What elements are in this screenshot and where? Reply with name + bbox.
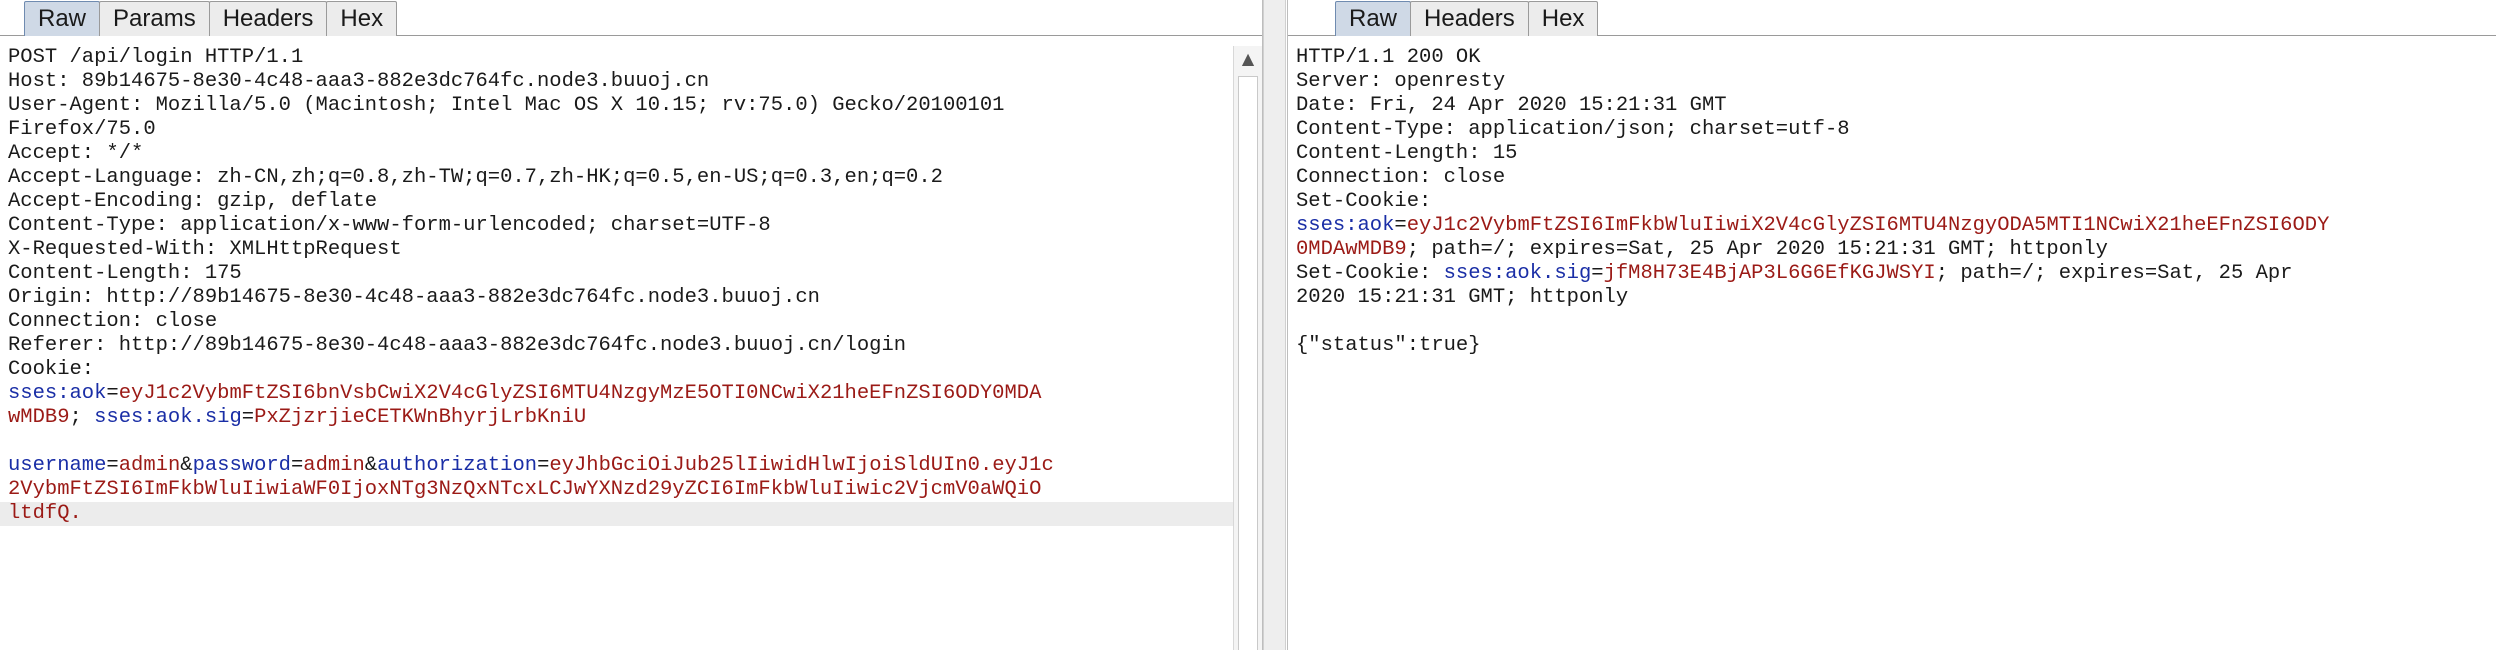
param-value: 0MDAwMDB9 [1296,238,1407,261]
request-pane: Raw Params Headers Hex POST /api/login HTTP… [0,0,1263,650]
request-line [8,430,1228,454]
text-segment: = [241,406,255,429]
response-line: 0MDAwMDB9; path=/; expires=Sat, 25 Apr 2… [1296,238,2496,262]
request-line: User-Agent: Mozilla/5.0 (Macintosh; Inte… [8,94,1005,117]
text-segment: = [290,454,304,477]
param-name: sses:aok [1296,214,1395,237]
param-name: sses:aok.sig [1443,262,1592,285]
response-line: Server: openresty [1296,70,1506,93]
response-line [1296,310,2496,334]
param-name: password [192,454,291,477]
request-line: sses:aok=eyJ1c2VybmFtZSI6bnVsbCwiX2V4cGl… [8,382,1228,406]
text-segment: ; path=/; expires=Sat, 25 Apr [1935,262,2293,285]
param-name: sses:aok [8,382,107,405]
request-line: username=admin&password=admin&authorizat… [8,454,1228,478]
pane-splitter[interactable] [1263,0,1286,650]
request-tab-headers[interactable]: Headers [208,1,328,36]
response-line: Content-Length: 15 [1296,142,1518,165]
response-tab-raw[interactable]: Raw [1335,1,1412,36]
text-segment: = [106,454,119,477]
param-value: eyJ1c2VybmFtZSI6ImFkbWluIiwiX2V4cGlyZSI6… [1406,214,2330,237]
request-scrollbar[interactable]: ▲ [1233,46,1262,650]
param-value: admin [303,454,365,477]
request-line: Connection: close [8,310,218,333]
request-line: 2VybmFtZSI6ImFkbWluIiwiaWF0IjoxNTg3NzQxN… [8,478,1228,502]
request-line: Cookie: [8,358,95,381]
request-raw-editor[interactable]: POST /api/login HTTP/1.1 Host: 89b14675-8… [0,46,1234,650]
text-segment: = [537,454,550,477]
text-segment: = [106,382,119,405]
request-line: Content-Type: application/x-www-form-url… [8,214,771,237]
param-value: 2VybmFtZSI6ImFkbWluIiwiaWF0IjoxNTg3NzQxN… [8,478,1042,501]
text-segment: & [180,454,193,477]
param-value: PxZjzrjieCETKWnBhyrjLrbKniU [254,406,587,429]
text-segment: = [1394,214,1407,237]
response-line: sses:aok=eyJ1c2VybmFtZSI6ImFkbWluIiwiX2V… [1296,214,2496,238]
response-line: Set-Cookie: sses:aok.sig=jfM8H73E4BjAP3L… [1296,262,2496,286]
response-line: Set-Cookie: [1296,190,1432,213]
request-line: Origin: http://89b14675-8e30-4c48-aaa3-8… [8,286,820,309]
param-name: authorization [377,454,538,477]
scroll-up-arrow-icon[interactable]: ▲ [1239,50,1257,68]
response-line: Connection: close [1296,166,1506,189]
request-tab-hex[interactable]: Hex [326,1,398,36]
response-line: {"status":true} [1296,334,1481,357]
text-segment: ; path=/; expires=Sat, 25 Apr 2020 15:21… [1406,238,2108,261]
request-line: Content-Length: 175 [8,262,242,285]
param-value: admin [118,454,181,477]
request-tabbar: Raw Params Headers Hex [0,0,1262,36]
scroll-thumb[interactable] [1238,76,1258,650]
request-line: Accept: */* [8,142,144,165]
response-line: HTTP/1.1 200 OK [1296,46,1481,69]
response-raw-viewer[interactable]: HTTP/1.1 200 OK Server: openresty Date: Fr… [1296,46,2496,650]
response-line: Content-Type: application/json; charset=… [1296,118,1850,141]
request-line: POST /api/login HTTP/1.1 [8,46,304,69]
param-name: username [8,454,107,477]
request-tab-raw[interactable]: Raw [24,1,101,36]
text-segment: ; [69,406,95,429]
param-value: jfM8H73E4BjAP3L6G6EfKGJWSYI [1603,262,1936,285]
request-line: wMDB9; sses:aok.sig=PxZjzrjieCETKWnBhyrj… [8,406,1228,430]
response-tab-headers[interactable]: Headers [1410,1,1529,36]
request-line: Accept-Encoding: gzip, deflate [8,190,378,213]
request-line: Firefox/75.0 [8,118,156,141]
request-tab-params[interactable]: Params [99,1,210,36]
param-value: eyJhbGciOiJub25lIiwidHlwIjoiSldUIn0.eyJ1… [549,454,1054,477]
request-line: Referer: http://89b14675-8e30-4c48-aaa3-… [8,334,907,357]
param-value: wMDB9 [8,406,70,429]
request-line: X-Requested-With: XMLHttpRequest [8,238,402,261]
response-tabbar: Raw Headers Hex [1288,0,2496,36]
text-segment: = [1591,262,1604,285]
response-line: 2020 15:21:31 GMT; httponly [1296,286,1629,309]
response-pane: Raw Headers Hex HTTP/1.1 200 OK Server: ope… [1287,0,2496,650]
request-line: Accept-Language: zh-CN,zh;q=0.8,zh-TW;q=… [8,166,943,189]
param-name: sses:aok.sig [94,406,242,429]
param-value: ltdfQ. [8,502,82,525]
text-segment: Set-Cookie: [1296,262,1444,285]
text-segment: & [364,454,378,477]
response-tab-hex[interactable]: Hex [1527,1,1599,36]
response-line: Date: Fri, 24 Apr 2020 15:21:31 GMT [1296,94,1727,117]
request-line: ltdfQ. [0,502,1234,526]
param-value: eyJ1c2VybmFtZSI6bnVsbCwiX2V4cGlyZSI6MTU4… [118,382,1042,405]
request-line: Host: 89b14675-8e30-4c48-aaa3-882e3dc764… [8,70,710,93]
